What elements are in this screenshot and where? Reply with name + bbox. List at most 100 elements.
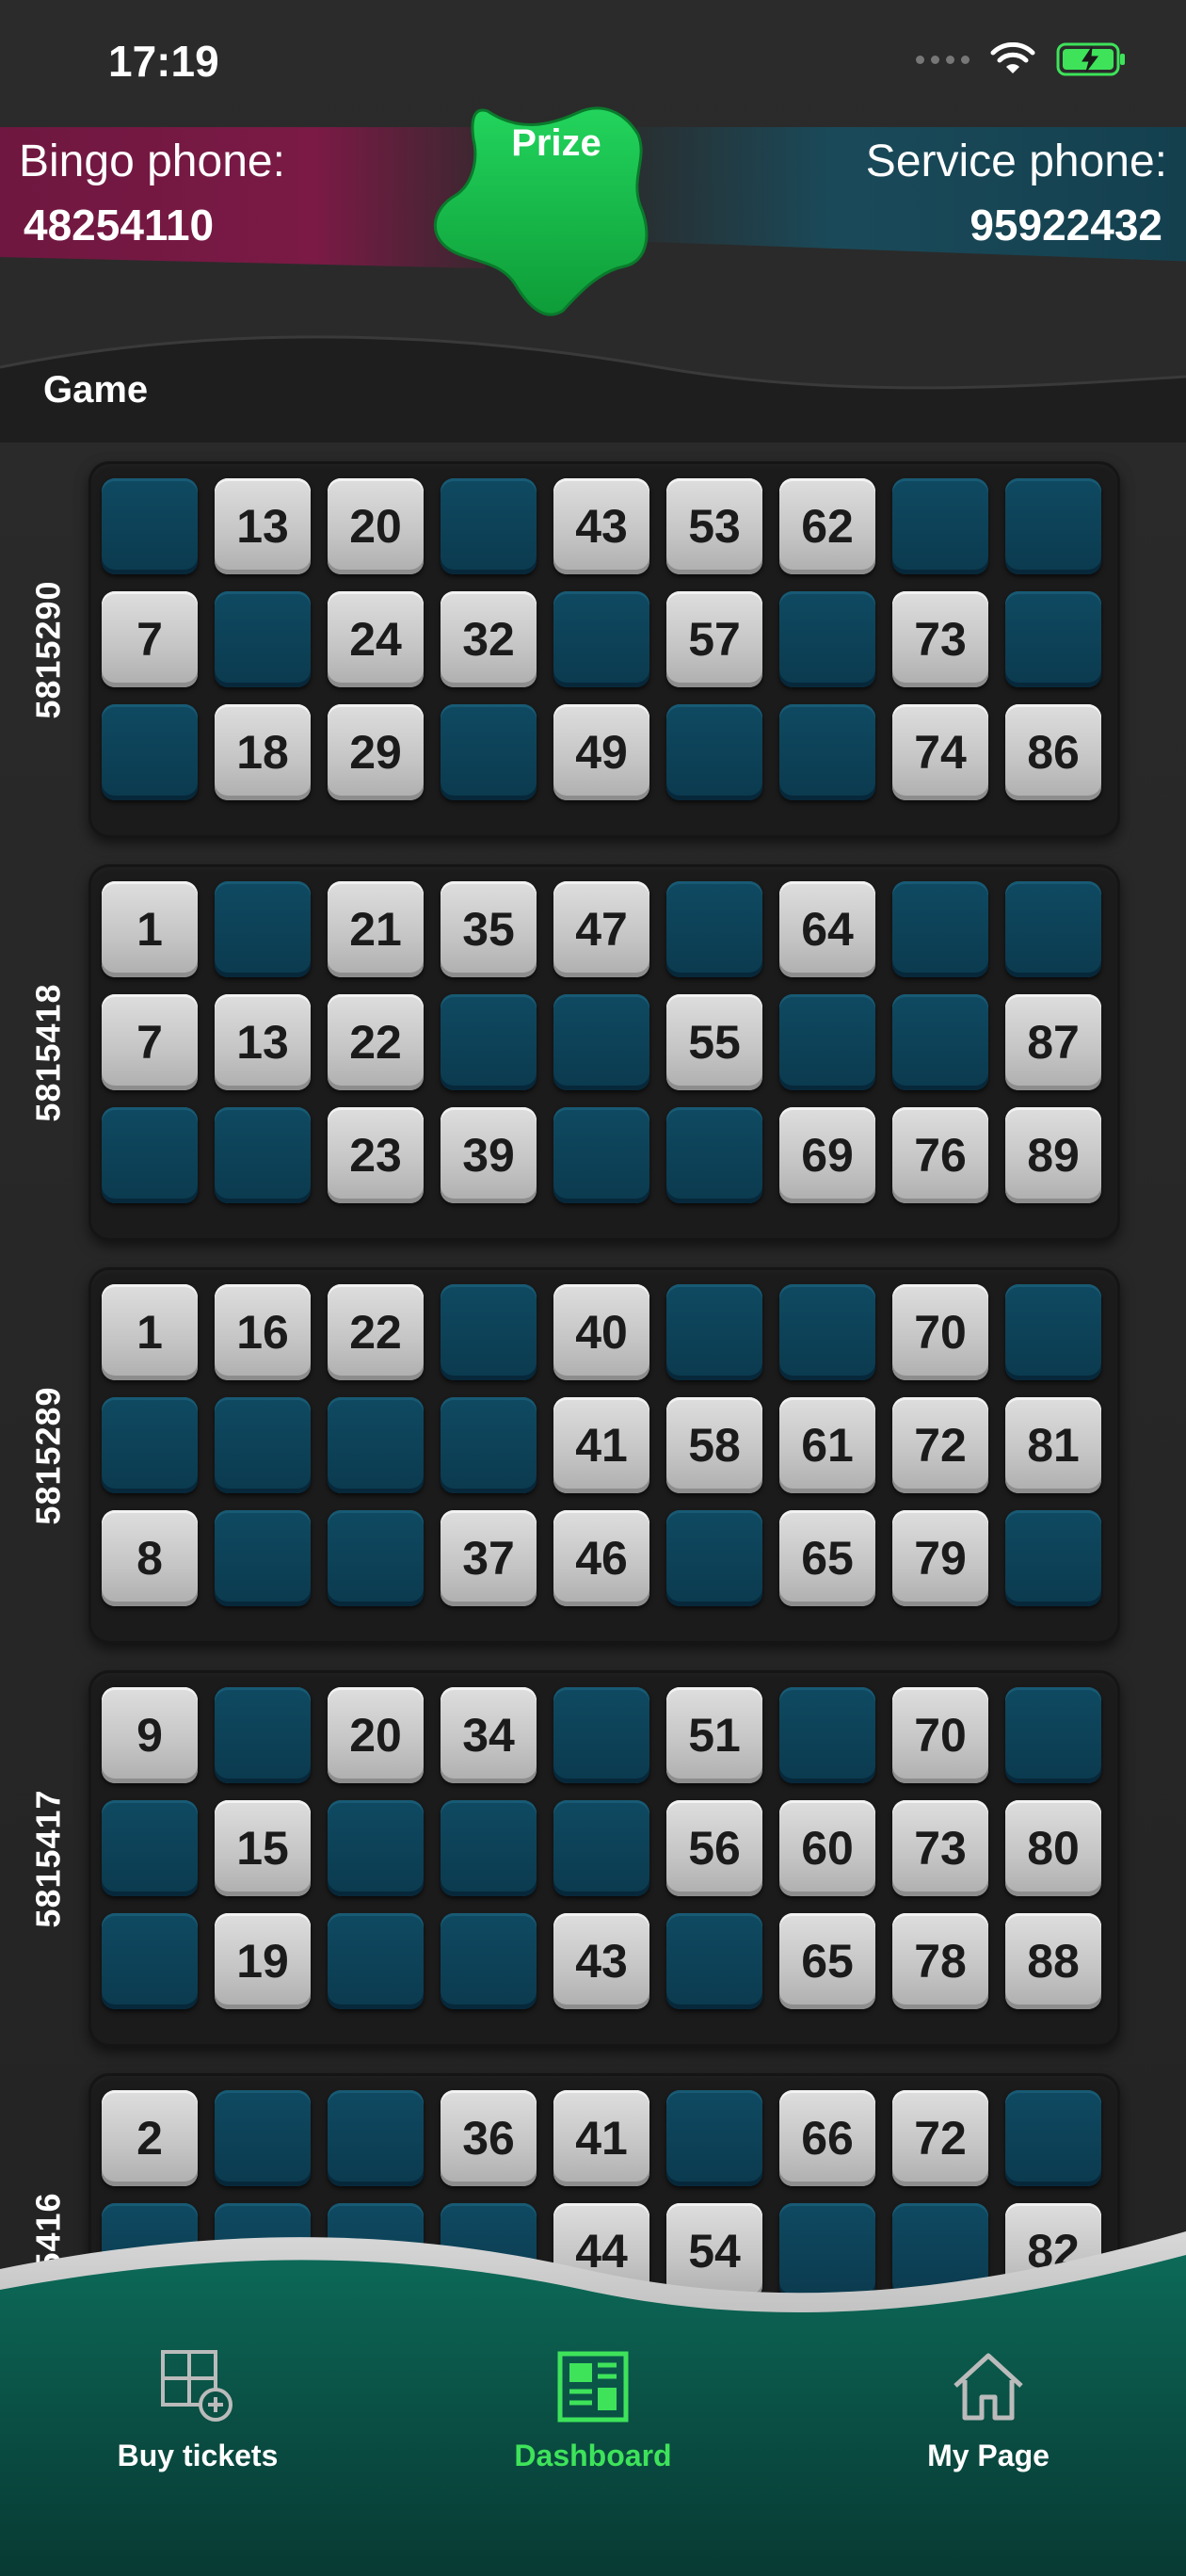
number-cell: 76 <box>892 1107 988 1203</box>
number-cell: 72 <box>892 2090 988 2186</box>
bottom-nav: Buy tickets Dashboard My Page <box>0 2231 1186 2576</box>
number-cell: 70 <box>892 1284 988 1380</box>
number-cell: 1 <box>102 881 198 977</box>
number-cell: 16 <box>215 1284 311 1380</box>
empty-cell <box>441 1913 537 2009</box>
number-cell: 73 <box>892 591 988 687</box>
empty-cell <box>102 1397 198 1493</box>
empty-cell <box>666 1107 762 1203</box>
buy-tickets-icon <box>155 2344 240 2429</box>
number-cell: 22 <box>328 994 424 1090</box>
number-cell: 62 <box>779 478 875 574</box>
empty-cell <box>1005 1510 1101 1606</box>
empty-cell <box>441 1800 537 1896</box>
empty-cell <box>666 1913 762 2009</box>
ticket-board: 1 16 22 40 70 41 58 61 72 81 8 37 46 65 79 <box>88 1267 1120 1644</box>
empty-cell <box>1005 591 1101 687</box>
number-cell: 32 <box>441 591 537 687</box>
empty-cell <box>892 478 988 574</box>
empty-cell <box>1005 2090 1101 2186</box>
ticket-id: 5815418 <box>29 983 68 1122</box>
bingo-phone-number[interactable]: 48254110 <box>24 200 214 250</box>
empty-cell <box>102 1800 198 1896</box>
ticket-id-wrapper: 5815417 <box>11 1670 87 2047</box>
empty-cell <box>102 704 198 800</box>
number-cell: 74 <box>892 704 988 800</box>
ticket-id: 5815289 <box>29 1386 68 1525</box>
empty-cell <box>779 1687 875 1783</box>
empty-cell <box>215 1510 311 1606</box>
number-cell: 13 <box>215 994 311 1090</box>
number-cell: 57 <box>666 591 762 687</box>
ticket-id-wrapper: 5815418 <box>11 864 87 1241</box>
status-icons <box>916 41 1128 77</box>
number-cell: 43 <box>553 1913 649 2009</box>
number-cell: 60 <box>779 1800 875 1896</box>
service-phone-label: Service phone: <box>865 137 1167 186</box>
number-cell: 7 <box>102 994 198 1090</box>
empty-cell <box>328 1800 424 1896</box>
empty-cell <box>215 881 311 977</box>
ticket[interactable]: 5815289 1 16 22 40 70 41 58 61 72 81 8 37 46 65 79 <box>0 1267 1186 1644</box>
number-cell: 8 <box>102 1510 198 1606</box>
number-cell: 73 <box>892 1800 988 1896</box>
number-cell: 61 <box>779 1397 875 1493</box>
empty-cell <box>441 1284 537 1380</box>
number-cell: 7 <box>102 591 198 687</box>
number-cell: 41 <box>553 2090 649 2186</box>
number-cell: 65 <box>779 1913 875 2009</box>
empty-cell <box>102 1913 198 2009</box>
number-cell: 20 <box>328 1687 424 1783</box>
empty-cell <box>1005 1687 1101 1783</box>
ticket-board: 1 21 35 47 64 7 13 22 55 87 23 39 69 76 89 <box>88 864 1120 1241</box>
ticket-board: 13 20 43 53 62 7 24 32 57 73 18 29 49 74 86 <box>88 461 1120 838</box>
bingo-phone-label: Bingo phone: <box>19 137 285 186</box>
number-cell: 58 <box>666 1397 762 1493</box>
number-cell: 37 <box>441 1510 537 1606</box>
empty-cell <box>215 591 311 687</box>
nav-my-page[interactable]: My Page <box>847 2344 1130 2495</box>
number-cell: 86 <box>1005 704 1101 800</box>
empty-cell <box>666 2090 762 2186</box>
number-cell: 53 <box>666 478 762 574</box>
ticket[interactable]: 5815417 9 20 34 51 70 15 56 60 73 80 19 43 65 78 88 <box>0 1670 1186 2047</box>
nav-label-dashboard: Dashboard <box>514 2439 672 2472</box>
prize-button[interactable]: Prize <box>422 102 676 318</box>
battery-charging-icon <box>1056 41 1128 77</box>
number-cell: 46 <box>553 1510 649 1606</box>
nav-dashboard[interactable]: Dashboard <box>452 2344 734 2495</box>
ticket[interactable]: 5815418 1 21 35 47 64 7 13 22 55 87 23 39 69 76 89 <box>0 864 1186 1241</box>
empty-cell <box>441 704 537 800</box>
empty-cell <box>215 1107 311 1203</box>
number-cell: 81 <box>1005 1397 1101 1493</box>
number-cell: 35 <box>441 881 537 977</box>
empty-cell <box>1005 478 1101 574</box>
number-cell: 23 <box>328 1107 424 1203</box>
empty-cell <box>1005 1284 1101 1380</box>
number-cell: 41 <box>553 1397 649 1493</box>
empty-cell <box>779 994 875 1090</box>
empty-cell <box>553 1800 649 1896</box>
number-cell: 49 <box>553 704 649 800</box>
number-cell: 88 <box>1005 1913 1101 2009</box>
number-cell: 24 <box>328 591 424 687</box>
number-cell: 78 <box>892 1913 988 2009</box>
number-cell: 1 <box>102 1284 198 1380</box>
app-screen: 17:19 Bingo phone: 48254110 Service phon… <box>0 0 1186 2576</box>
empty-cell <box>441 478 537 574</box>
service-phone-number[interactable]: 95922432 <box>970 200 1162 250</box>
number-cell: 55 <box>666 994 762 1090</box>
number-cell: 9 <box>102 1687 198 1783</box>
empty-cell <box>441 994 537 1090</box>
number-cell: 79 <box>892 1510 988 1606</box>
empty-cell <box>666 1284 762 1380</box>
nav-label-my-page: My Page <box>927 2439 1050 2472</box>
number-cell: 65 <box>779 1510 875 1606</box>
empty-cell <box>553 1687 649 1783</box>
nav-buy-tickets[interactable]: Buy tickets <box>56 2344 339 2495</box>
ticket[interactable]: 5815290 13 20 43 53 62 7 24 32 57 73 18 29 49 74 86 <box>0 461 1186 838</box>
number-cell: 89 <box>1005 1107 1101 1203</box>
number-cell: 13 <box>215 478 311 574</box>
empty-cell <box>215 2090 311 2186</box>
number-cell: 64 <box>779 881 875 977</box>
